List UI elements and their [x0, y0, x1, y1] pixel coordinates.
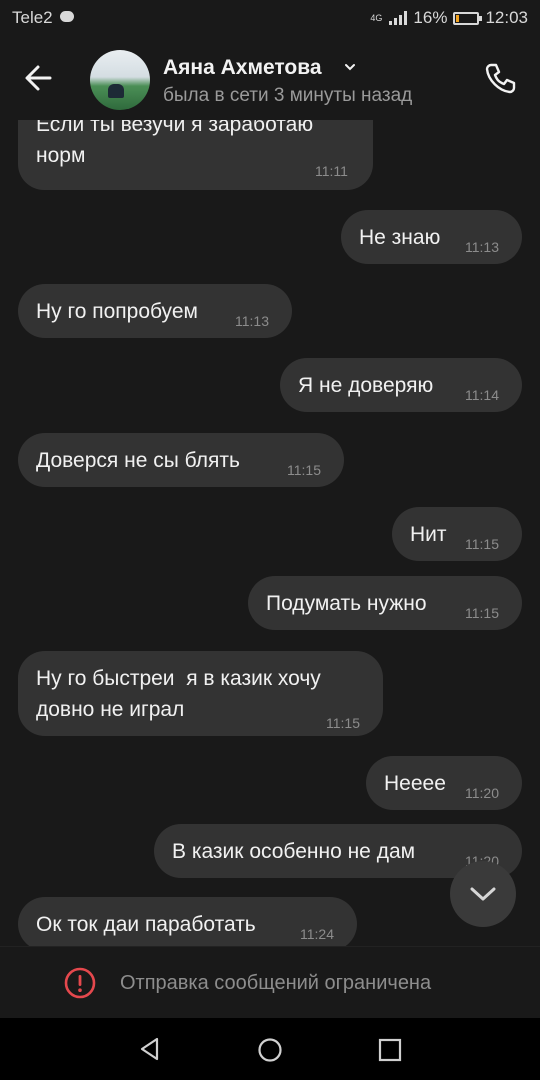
message-time: 11:15: [287, 462, 321, 478]
message-text: Если ты везучи я заработаю норм: [36, 120, 314, 167]
chevron-down-icon: [470, 887, 496, 901]
signal-icon: [389, 11, 408, 25]
message-bubble-out[interactable]: Нееее 11:20: [366, 756, 522, 810]
chat-screen: Tele2 4G 16% 12:03 Аяна Ахметова была в …: [0, 0, 540, 1080]
avatar-figure: [108, 84, 124, 98]
message-text: Я не доверяю: [298, 374, 434, 397]
contact-name[interactable]: Аяна Ахметова: [163, 56, 322, 80]
back-button[interactable]: [20, 58, 60, 98]
nav-back-icon[interactable]: [137, 1036, 163, 1062]
message-bubble-out[interactable]: Не знаю 11:13: [341, 210, 522, 264]
message-text: Нееее: [384, 772, 446, 795]
status-bar-right: 4G 16% 12:03: [370, 8, 528, 28]
message-text: Ну го попробуем: [36, 300, 198, 323]
message-bubble-out[interactable]: Нит 11:15: [392, 507, 522, 561]
message-time: 11:24: [300, 926, 334, 942]
message-list[interactable]: Если ты везучи я заработаю норм 11:11 Не…: [0, 120, 540, 946]
message-bubble-out[interactable]: Подумать нужно 11:15: [248, 576, 522, 630]
status-bar: Tele2 4G 16% 12:03: [0, 0, 540, 36]
message-time: 11:15: [326, 715, 360, 731]
message-text: Ок ток даи паработать: [36, 913, 256, 936]
message-time: 11:11: [315, 163, 348, 179]
message-text: Подумать нужно: [266, 592, 427, 615]
message-time: 11:13: [465, 239, 499, 255]
nav-recent-icon[interactable]: [378, 1038, 402, 1062]
message-bubble-in[interactable]: Ок ток даи паработать 11:24: [18, 897, 357, 946]
message-time: 11:13: [235, 313, 269, 329]
network-type-label: 4G: [370, 13, 383, 23]
message-time: 11:20: [465, 785, 499, 801]
message-bubble-out[interactable]: Я не доверяю 11:14: [280, 358, 522, 412]
message-bubble-in[interactable]: Ну го быстреи я в казик хочу довно не иг…: [18, 651, 383, 736]
message-text: Доверся не сы блять: [36, 449, 240, 472]
restriction-bar: Отправка сообщений ограничена: [0, 946, 540, 1019]
message-text: Нит: [410, 523, 447, 546]
scroll-to-bottom-button[interactable]: [450, 861, 516, 927]
message-time: 11:14: [465, 387, 499, 403]
message-text: Не знаю: [359, 226, 441, 249]
chevron-down-icon[interactable]: [345, 62, 355, 72]
nav-home-icon[interactable]: [257, 1037, 283, 1063]
arrow-left-icon: [25, 65, 52, 91]
last-seen-status: была в сети 3 минуты назад: [163, 85, 413, 106]
avatar[interactable]: [90, 50, 150, 110]
message-bubble-in[interactable]: Доверся не сы блять 11:15: [18, 433, 344, 487]
message-text: Ну го быстреи я в казик хочу довно не иг…: [36, 667, 321, 721]
call-button[interactable]: [480, 58, 520, 98]
chat-header: Аяна Ахметова была в сети 3 минуты назад: [0, 36, 540, 120]
navigation-bar: [0, 1018, 540, 1080]
phone-icon: [485, 63, 516, 94]
restriction-text: Отправка сообщений ограничена: [120, 972, 432, 994]
clock: 12:03: [485, 8, 528, 27]
warning-circle-icon: [64, 967, 96, 999]
message-text: В казик особенно не дам: [172, 840, 416, 863]
message-notification-icon: [60, 11, 74, 22]
carrier-label: Tele2: [12, 8, 53, 27]
message-bubble-in[interactable]: Ну го попробуем 11:13: [18, 284, 292, 338]
battery-percent: 16%: [413, 8, 448, 27]
battery-icon: [453, 11, 483, 25]
battery-level-fill: [456, 14, 460, 22]
message-time: 11:15: [465, 605, 499, 621]
message-bubble-in[interactable]: Если ты везучи я заработаю норм 11:11: [18, 120, 373, 190]
message-time: 11:15: [465, 536, 499, 552]
